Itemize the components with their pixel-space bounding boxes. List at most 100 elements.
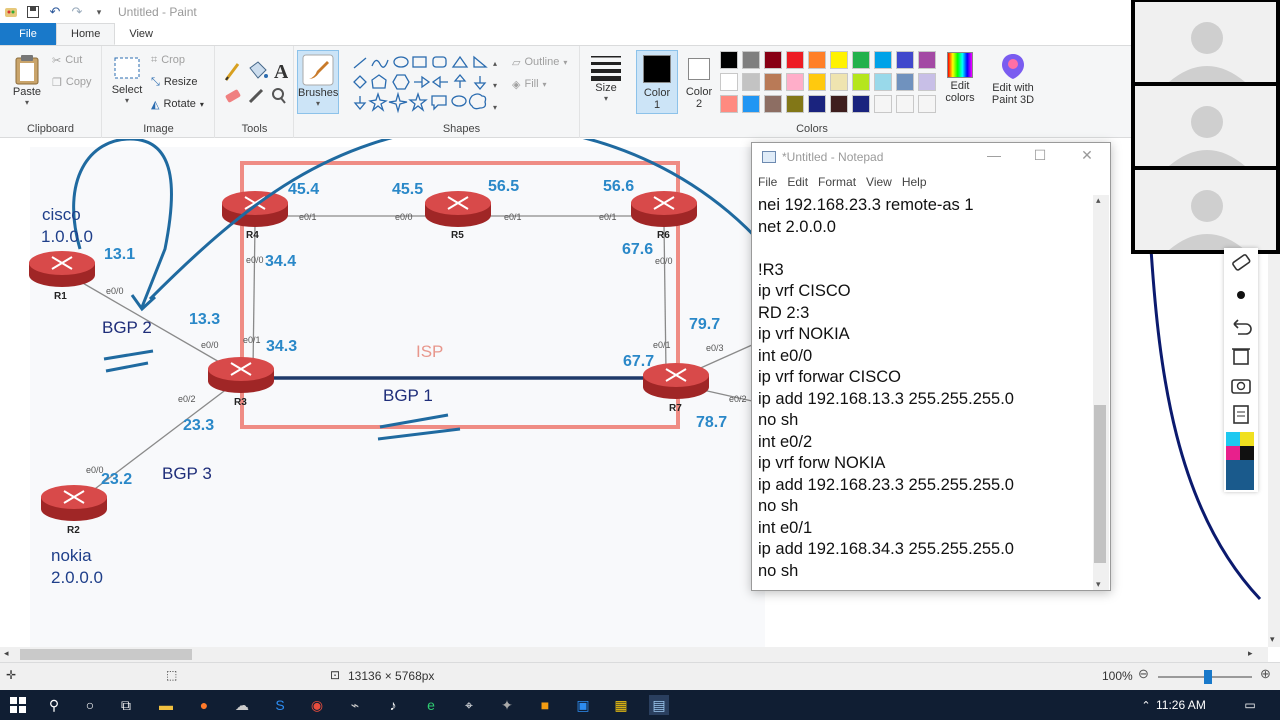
edit-paint3d-button[interactable]: Edit with Paint 3D (988, 50, 1038, 114)
color-swatch[interactable] (786, 51, 804, 69)
notifications-icon[interactable]: ▭ (1240, 695, 1260, 715)
scroll-down-icon[interactable]: ▾ (1270, 634, 1275, 645)
undo-icon[interactable] (1233, 319, 1252, 335)
crop-button[interactable]: ⌗ Crop (151, 50, 185, 70)
task-view-icon[interactable]: ⧉ (116, 695, 136, 715)
color-swatch[interactable] (786, 73, 804, 91)
color-swatch[interactable] (742, 51, 760, 69)
copy-button[interactable]: ❐ Copy (52, 72, 92, 92)
save-icon[interactable] (26, 5, 40, 19)
color-swatch[interactable] (808, 73, 826, 91)
select-dropdown-icon[interactable]: ▾ (109, 96, 145, 105)
close-icon[interactable]: ✕ (1077, 147, 1097, 164)
app-icon-orange[interactable]: ■ (535, 695, 555, 715)
zoom-slider-thumb[interactable] (1204, 670, 1212, 684)
notepad-scrollbar[interactable]: ▴ ▾ (1093, 195, 1109, 590)
cortana-icon[interactable]: ○ (80, 695, 100, 715)
color-swatch[interactable] (918, 51, 936, 69)
color2-button[interactable]: Color 2 (680, 50, 718, 114)
tab-file[interactable]: File (0, 23, 56, 45)
zoom-in-icon[interactable]: ⊕ (1260, 666, 1271, 682)
menu-format[interactable]: Format (818, 175, 856, 189)
menu-view[interactable]: View (866, 175, 892, 189)
menu-help[interactable]: Help (902, 175, 927, 189)
scroll-right-icon[interactable]: ▸ (1248, 648, 1253, 659)
clipboard-icon[interactable] (1233, 405, 1249, 424)
participant-tile[interactable] (1135, 2, 1276, 82)
zoom-out-icon[interactable]: ⊖ (1138, 666, 1149, 682)
color-swatch[interactable] (918, 95, 936, 113)
minimize-icon[interactable]: — (984, 147, 1004, 163)
participant-tile[interactable] (1135, 86, 1276, 166)
edit-colors-button[interactable]: Edit colors (940, 50, 980, 114)
show-hidden-icons[interactable]: ⌃ (1136, 695, 1156, 715)
undo-icon[interactable]: ↶ (48, 4, 62, 19)
fill-button[interactable]: ◈ Fill ▾ (512, 74, 547, 94)
color-swatch[interactable] (786, 95, 804, 113)
color-swatch[interactable] (764, 51, 782, 69)
color-picker-icon[interactable] (248, 88, 264, 104)
horizontal-scroll-thumb[interactable] (20, 649, 192, 660)
color-swatch[interactable] (764, 95, 782, 113)
firefox-icon[interactable]: ● (194, 695, 214, 715)
menu-edit[interactable]: Edit (787, 175, 808, 189)
fill-icon[interactable] (249, 61, 268, 79)
color-swatch[interactable] (896, 73, 914, 91)
usb-icon[interactable]: ⌁ (345, 695, 365, 715)
file-explorer-icon[interactable]: ▬ (156, 695, 176, 715)
color-swatches-icon[interactable] (1226, 432, 1254, 490)
color-swatch[interactable] (720, 73, 738, 91)
notepad-titlebar[interactable]: *Untitled - Notepad (752, 143, 1110, 171)
scroll-left-icon[interactable]: ◂ (4, 648, 9, 659)
zoom-app-icon[interactable]: ▣ (573, 695, 593, 715)
color-swatch[interactable] (830, 95, 848, 113)
skype-icon[interactable]: S (270, 695, 290, 715)
chrome-icon[interactable]: ◉ (307, 695, 327, 715)
color-swatch[interactable] (764, 73, 782, 91)
menu-file[interactable]: File (758, 175, 777, 189)
color-swatch[interactable] (896, 51, 914, 69)
windows-start-icon[interactable] (8, 695, 28, 715)
eraser-icon[interactable] (1232, 254, 1251, 271)
color-swatch[interactable] (874, 73, 892, 91)
text-icon[interactable]: A (274, 61, 288, 83)
color-swatch[interactable] (720, 95, 738, 113)
paste-button[interactable]: Paste ▾ (8, 52, 46, 114)
tab-view[interactable]: View (115, 23, 167, 45)
paste-dropdown-icon[interactable]: ▾ (8, 98, 46, 107)
camera-icon[interactable] (1231, 379, 1251, 394)
brushes-button[interactable]: Brushes ▾ (297, 50, 339, 114)
color-swatch[interactable] (874, 95, 892, 113)
magnifier-icon[interactable] (272, 88, 286, 104)
scroll-down-icon[interactable]: ▾ (1096, 579, 1101, 590)
color1-button[interactable]: Color 1 (636, 50, 678, 114)
color-swatch[interactable] (852, 51, 870, 69)
participant-tile[interactable] (1135, 170, 1276, 250)
trash-icon[interactable] (1232, 348, 1250, 365)
size-button[interactable]: Size ▾ (585, 50, 627, 114)
color-swatch[interactable] (808, 51, 826, 69)
color-swatch[interactable] (720, 51, 738, 69)
resize-button[interactable]: ⤡ Resize (151, 72, 197, 92)
color-swatch[interactable] (742, 73, 760, 91)
notepad-scroll-thumb[interactable] (1094, 405, 1106, 563)
app-icon[interactable]: ✦ (497, 695, 517, 715)
color-swatch[interactable] (852, 95, 870, 113)
notepad-text-area[interactable]: nei 192.168.23.3 remote-as 1 net 2.0.0.0!… (758, 195, 1094, 590)
rotate-button[interactable]: ◭ Rotate ▾ (151, 94, 204, 114)
outline-button[interactable]: ▱ Outline ▾ (512, 52, 567, 72)
network-app-icon[interactable]: ☁ (232, 695, 252, 715)
edge-icon[interactable]: e (421, 695, 441, 715)
notepad-window[interactable]: *Untitled - Notepad — ☐ ✕ File Edit Form… (751, 142, 1111, 591)
microphone-icon[interactable]: ♪ (383, 695, 403, 715)
maps-icon[interactable]: ⌖ (459, 695, 479, 715)
pencil-icon[interactable] (224, 63, 240, 81)
maximize-icon[interactable]: ☐ (1030, 147, 1050, 164)
notepad-taskbar-icon[interactable]: ▤ (649, 695, 669, 715)
color-swatch[interactable] (896, 95, 914, 113)
redo-icon[interactable]: ↷ (70, 4, 84, 19)
zoom-slider[interactable] (1158, 670, 1252, 684)
color-swatch[interactable] (742, 95, 760, 113)
pen-dot-icon[interactable] (1237, 291, 1245, 299)
scroll-up-icon[interactable]: ▴ (1096, 195, 1101, 206)
